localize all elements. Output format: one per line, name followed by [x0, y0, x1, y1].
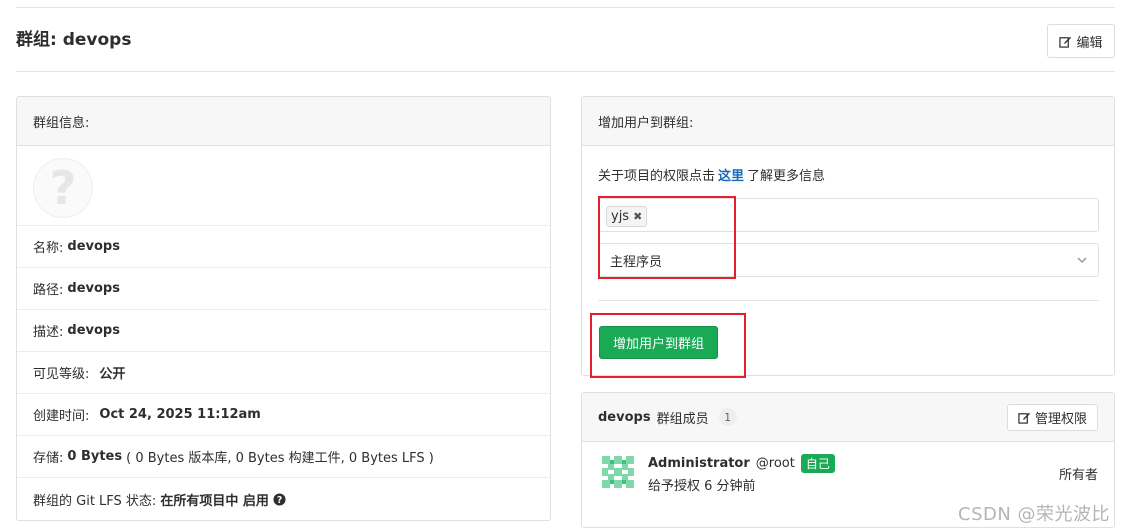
- info-value: 公开: [99, 367, 126, 382]
- perm-suffix: 了解更多信息: [747, 169, 826, 184]
- info-row-storage: 存储: 0 Bytes ( 0 Bytes 版本库, 0 Bytes 构建工件,…: [17, 436, 550, 478]
- info-label: 路径:: [33, 283, 64, 298]
- permissions-help-link[interactable]: 这里: [718, 169, 744, 184]
- info-value: 0 Bytes: [67, 449, 123, 464]
- info-label: 名称:: [33, 241, 64, 256]
- members-count-badge: 1: [718, 408, 737, 426]
- page-title-prefix: 群组:: [16, 30, 63, 50]
- watermark: CSDN @荣光波比: [958, 504, 1111, 525]
- member-username: @root: [755, 456, 795, 471]
- add-user-to-group-button[interactable]: 增加用户到群组: [599, 326, 718, 359]
- info-label: 可见等级:: [33, 367, 90, 382]
- info-value: devops: [67, 281, 120, 296]
- manage-access-button[interactable]: 管理权限: [1007, 403, 1098, 431]
- add-user-heading: 增加用户到群组:: [582, 97, 1114, 146]
- info-label: 描述:: [33, 325, 64, 340]
- selected-user-name: yjs: [611, 209, 630, 224]
- member-granted-time: 给予授权 6 分钟前: [648, 479, 756, 494]
- info-row-path: 路径: devops: [17, 268, 550, 310]
- form-divider: [598, 300, 1099, 301]
- members-heading-label: 群组成员: [656, 411, 709, 427]
- remove-user-icon[interactable]: ✖: [633, 210, 642, 223]
- perm-prefix: 关于项目的权限点击: [598, 169, 716, 184]
- edit-icon: [1018, 412, 1031, 424]
- info-row-visibility: 可见等级: 公开: [17, 352, 550, 394]
- info-label: 群组的 Git LFS 状态:: [33, 493, 157, 509]
- info-value: devops: [67, 239, 120, 254]
- info-value: devops: [67, 323, 120, 338]
- identicon-avatar[interactable]: [598, 452, 638, 492]
- edit-button-label: 编辑: [1076, 35, 1103, 51]
- access-level-select[interactable]: 主程序员: [598, 243, 1099, 277]
- user-search-input[interactable]: yjs ✖: [598, 198, 1099, 232]
- manage-access-label: 管理权限: [1034, 411, 1087, 427]
- group-info-panel: 群组信息: ? 名称: devops 路径: devops 描述: devops…: [16, 96, 551, 521]
- page-title-name: devops: [62, 30, 132, 50]
- info-label: 创建时间:: [33, 409, 90, 424]
- info-value: Oct 24, 2025 11:12am: [99, 407, 261, 422]
- info-row-created: 创建时间: Oct 24, 2025 11:12am: [17, 394, 550, 436]
- top-divider: [16, 7, 1115, 8]
- storage-detail: ( 0 Bytes 版本库, 0 Bytes 构建工件, 0 Bytes LFS…: [126, 451, 434, 466]
- group-avatar-row: ?: [17, 146, 550, 226]
- edit-button[interactable]: 编辑: [1047, 24, 1115, 58]
- chevron-down-icon: [1077, 257, 1087, 264]
- member-role: 所有者: [1058, 468, 1098, 483]
- info-label: 存储:: [33, 451, 64, 466]
- info-row-lfs: 群组的 Git LFS 状态: 在所有项目中 启用 ?: [17, 478, 550, 520]
- title-divider: [16, 71, 1115, 72]
- selected-user-token: yjs ✖: [606, 206, 648, 227]
- group-info-heading: 群组信息:: [17, 97, 550, 146]
- member-name-line: Administrator @root 自己: [648, 454, 835, 473]
- svg-text:?: ?: [277, 494, 282, 505]
- member-list-item: Administrator @root 自己 给予授权 6 分钟前 所有者: [582, 442, 1114, 502]
- self-badge: 自己: [800, 454, 835, 473]
- members-group-name: devops: [598, 409, 651, 425]
- page-title: 群组: devops: [16, 25, 131, 50]
- edit-icon: [1059, 36, 1072, 48]
- member-display-name[interactable]: Administrator: [648, 456, 750, 471]
- question-circle-icon[interactable]: ?: [273, 492, 286, 506]
- info-row-description: 描述: devops: [17, 310, 550, 352]
- add-user-panel: 增加用户到群组: 关于项目的权限点击 这里 了解更多信息 yjs ✖ 主程序员 增加…: [581, 96, 1115, 376]
- access-level-value: 主程序员: [610, 254, 663, 270]
- question-avatar-icon: ?: [33, 158, 93, 218]
- members-heading: devops 群组成员 1 管理权限: [582, 393, 1114, 442]
- permissions-help-text: 关于项目的权限点击 这里 了解更多信息: [598, 165, 825, 184]
- info-value: 在所有项目中 启用: [160, 493, 269, 509]
- info-row-name: 名称: devops: [17, 226, 550, 268]
